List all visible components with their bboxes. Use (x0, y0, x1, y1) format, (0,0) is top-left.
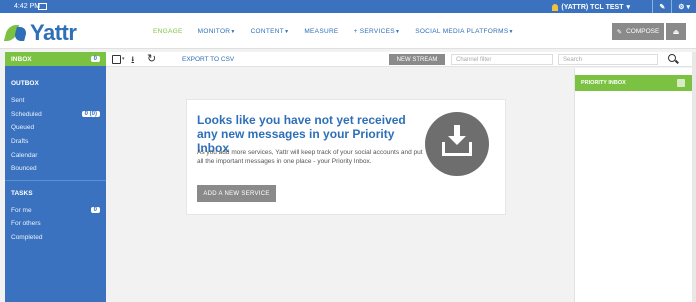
sidebar-divider (5, 179, 106, 181)
system-bar: 4:42 PM (YATTR) TCL TEST ▾ ✎ ⚙ ▾ (0, 0, 696, 13)
channel-filter-input[interactable]: Channel filter (451, 54, 553, 65)
nav-services[interactable]: + SERVICES▼ (354, 28, 401, 35)
chevron-down-icon: ▾ (626, 4, 630, 11)
sidebar-item-inbox[interactable]: INBOX 0 (5, 52, 106, 66)
nav-engage[interactable]: ENGAGE (153, 28, 183, 35)
nav-measure[interactable]: MEASURE (304, 28, 338, 35)
main-nav: ENGAGE MONITOR▼ CONTENT▼ MEASURE + SERVI… (153, 28, 514, 35)
yattr-logo[interactable]: Yattr (3, 20, 77, 46)
outbox-title: OUTBOX (11, 80, 39, 87)
add-service-button[interactable]: ADD A NEW SERVICE (197, 185, 276, 202)
sidebar-item-bounced[interactable]: Bounced (5, 162, 106, 176)
search-icon[interactable] (668, 54, 676, 62)
search-input[interactable]: Search (558, 54, 658, 65)
user-menu[interactable]: (YATTR) TCL TEST ▾ (552, 3, 630, 11)
compose-label: COMPOSE (626, 28, 660, 35)
export-csv-link[interactable]: EXPORT TO CSV (182, 56, 234, 63)
user-name: (YATTR) TCL TEST (561, 3, 624, 11)
compose-button[interactable]: ✎ COMPOSE (612, 23, 664, 40)
empty-state-body: As you add more services, Yattr will kee… (197, 149, 423, 165)
pencil-icon: ✎ (616, 28, 623, 36)
nav-monitor[interactable]: MONITOR▼ (198, 28, 236, 35)
inbox-download-icon (425, 112, 489, 176)
sidebar-item-scheduled[interactable]: Scheduled 0 (0) (5, 108, 106, 122)
sidebar-item-queued[interactable]: Queued (5, 121, 106, 135)
new-stream-button[interactable]: NEW STREAM (389, 54, 445, 65)
scheduled-count-badge: 0 (0) (81, 111, 100, 118)
chevron-down-icon: ▼ (230, 29, 236, 35)
scrollbar[interactable] (692, 52, 696, 302)
priority-inbox-title: PRIORITY INBOX (581, 80, 626, 86)
for-me-count-badge: 0 (90, 207, 100, 214)
app-header: Yattr ENGAGE MONITOR▼ CONTENT▼ MEASURE +… (0, 13, 696, 49)
chevron-down-icon[interactable]: ▾ (122, 56, 125, 62)
tasks-title: TASKS (11, 189, 33, 197)
upload-icon: ⏏ (672, 28, 680, 36)
stream-toolbar: ▾ ⭳ ↻ EXPORT TO CSV NEW STREAM Channel f… (106, 52, 692, 67)
settings-menu-icon[interactable]: ⚙ ▾ (671, 0, 696, 13)
nav-content[interactable]: CONTENT▼ (251, 28, 290, 35)
panel-toggle-icon[interactable] (677, 79, 685, 87)
message-stream: Looks like you have not yet received any… (106, 68, 572, 302)
compose-options-button[interactable]: ⏏ (666, 23, 686, 40)
sidebar-item-for-others[interactable]: For others (5, 217, 106, 231)
priority-inbox-panel: PRIORITY INBOX (574, 68, 693, 302)
user-icon (552, 3, 559, 11)
refresh-icon[interactable]: ↻ (147, 52, 156, 65)
sidebar-item-calendar[interactable]: Calendar (5, 148, 106, 162)
sidebar: INBOX 0 OUTBOX Sent Scheduled 0 (0) Queue… (5, 52, 106, 302)
logo-text: Yattr (30, 20, 77, 45)
empty-state-card: Looks like you have not yet received any… (186, 99, 506, 215)
inbox-count-badge: 0 (90, 56, 100, 62)
priority-inbox-header[interactable]: PRIORITY INBOX (575, 75, 693, 91)
select-all-checkbox[interactable] (112, 55, 121, 64)
sidebar-item-for-me[interactable]: For me 0 (5, 204, 106, 218)
sidebar-item-completed[interactable]: Completed (5, 231, 106, 245)
sidebar-item-label: INBOX (11, 55, 32, 63)
chevron-down-icon: ▼ (394, 29, 401, 35)
mail-icon[interactable] (38, 3, 47, 10)
sidebar-item-drafts[interactable]: Drafts (5, 135, 106, 149)
outbox-section: OUTBOX Sent Scheduled 0 (0) Queued Drafts… (5, 80, 106, 176)
sidebar-item-sent[interactable]: Sent (5, 94, 106, 108)
nav-social-media-platforms[interactable]: SOCIAL MEDIA PLATFORMS▼ (415, 28, 514, 35)
tasks-section: TASKS For me 0 For others Completed (5, 190, 106, 245)
pencil-icon[interactable]: ✎ (652, 0, 671, 13)
logo-mark-icon (3, 23, 28, 43)
chevron-down-icon: ▼ (508, 29, 514, 35)
chevron-down-icon: ▼ (284, 29, 290, 35)
clock-time: 4:42 PM (14, 3, 41, 10)
